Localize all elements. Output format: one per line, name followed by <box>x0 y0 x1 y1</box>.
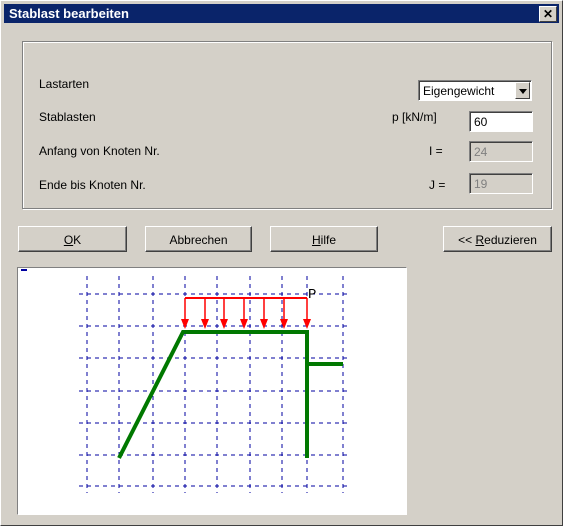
title-bar[interactable]: Stablast bearbeiten ✕ <box>4 4 559 23</box>
close-icon: ✕ <box>542 7 554 21</box>
structure-preview-canvas: P <box>17 267 407 515</box>
lastarten-value: Eigengewicht <box>423 84 495 98</box>
p-value: 60 <box>474 115 488 129</box>
j-input: 19 <box>469 173 533 194</box>
load-arrow-head <box>303 319 311 329</box>
load-arrows <box>181 297 311 329</box>
i-label: I = <box>429 144 443 158</box>
abbrechen-button[interactable]: Abbrechen <box>145 226 252 252</box>
frame-member <box>117 330 309 459</box>
close-button[interactable]: ✕ <box>539 6 557 22</box>
load-parameters-group: Lastarten Eigengewicht Stablasten p [kN/… <box>22 41 552 209</box>
canvas-marker <box>21 269 27 271</box>
hilfe-button[interactable]: Hilfe <box>270 226 378 252</box>
ok-mnemonic: O <box>63 233 74 247</box>
load-arrow-head <box>280 319 288 329</box>
i-value: 24 <box>474 145 488 159</box>
load-arrow-head <box>260 319 268 329</box>
lastarten-dropdown[interactable]: Eigengewicht <box>418 80 532 101</box>
reduzieren-button[interactable]: << Reduzieren <box>443 226 552 252</box>
reduzieren-label: eduzieren <box>484 233 537 247</box>
hilfe-mnemonic: H <box>311 233 321 247</box>
abbrechen-label: Abbrechen <box>169 233 228 247</box>
ok-button[interactable]: OK <box>18 226 127 252</box>
dialog-window: Stablast bearbeiten ✕ Lastarten Eigengew… <box>0 0 563 526</box>
load-arrow-head <box>240 319 248 329</box>
load-arrow-head <box>220 319 228 329</box>
p-input[interactable]: 60 <box>469 111 533 132</box>
p-label: p [kN/m] <box>392 110 437 124</box>
structure-diagram: P <box>21 269 350 493</box>
stablasten-label: Stablasten <box>39 110 96 124</box>
j-label: J = <box>429 178 446 192</box>
ok-label: K <box>73 233 82 247</box>
hilfe-label: ilfe <box>320 233 336 247</box>
lastarten-label: Lastarten <box>39 77 90 91</box>
load-arrow-head <box>201 319 209 329</box>
i-input: 24 <box>469 141 533 162</box>
reduzieren-prefix: << <box>458 233 476 247</box>
load-label: P <box>308 287 316 303</box>
ende-label: Ende bis Knoten Nr. <box>39 178 146 192</box>
chevron-down-icon[interactable] <box>515 82 530 99</box>
window-title: Stablast bearbeiten <box>9 6 129 21</box>
anfang-label: Anfang von Knoten Nr. <box>39 144 160 158</box>
reduzieren-mnemonic: R <box>475 233 485 247</box>
grid <box>79 276 350 493</box>
j-value: 19 <box>474 177 488 191</box>
load-arrow-head <box>181 319 189 329</box>
